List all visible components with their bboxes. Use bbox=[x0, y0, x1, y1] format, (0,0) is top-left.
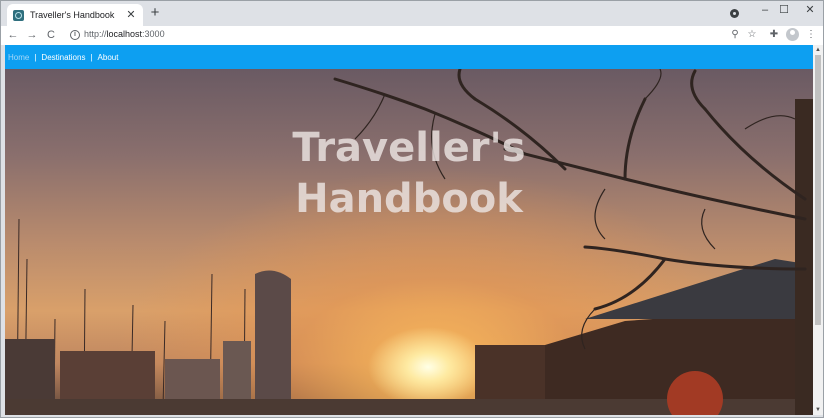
scroll-up-icon[interactable]: ▲ bbox=[813, 45, 823, 55]
nav-link-about[interactable]: About bbox=[98, 53, 119, 62]
scrollbar-thumb[interactable] bbox=[815, 55, 821, 325]
browser-window: Traveller's Handbook ✕ + – ☐ ✕ ← → C i h… bbox=[0, 0, 824, 418]
tab-strip: Traveller's Handbook ✕ + – ☐ ✕ bbox=[1, 1, 823, 26]
site-navbar: Home | Destinations | About bbox=[5, 45, 813, 69]
browser-toolbar: ← → C i http://localhost:3000 ⚲ ☆ ✚ ⋮ bbox=[1, 26, 823, 45]
nav-separator: | bbox=[34, 52, 37, 62]
nav-link-destinations[interactable]: Destinations bbox=[41, 53, 85, 62]
scroll-down-icon[interactable]: ▼ bbox=[813, 405, 823, 415]
nav-link-home[interactable]: Home bbox=[8, 53, 29, 62]
extensions-icon[interactable]: ✚ bbox=[767, 28, 781, 42]
hero-photo bbox=[5, 69, 813, 415]
browser-tab[interactable]: Traveller's Handbook ✕ bbox=[7, 4, 143, 26]
forward-button[interactable]: → bbox=[25, 28, 39, 42]
url-text[interactable]: http://localhost:3000 bbox=[84, 29, 165, 39]
new-tab-button[interactable]: + bbox=[148, 5, 162, 20]
address-bar[interactable]: i http://localhost:3000 bbox=[65, 27, 785, 44]
tab-title: Traveller's Handbook bbox=[30, 10, 115, 20]
hero-banner: Traveller's Handbook bbox=[5, 69, 813, 415]
tab-close-icon[interactable]: ✕ bbox=[125, 9, 137, 21]
zoom-icon[interactable]: ⚲ bbox=[728, 28, 742, 42]
close-window-button[interactable]: ✕ bbox=[800, 3, 820, 17]
vertical-scrollbar[interactable]: ▲ ▼ bbox=[813, 45, 823, 415]
nav-separator: | bbox=[90, 52, 93, 62]
info-icon[interactable]: i bbox=[70, 30, 80, 40]
star-icon[interactable]: ☆ bbox=[745, 28, 759, 42]
back-button[interactable]: ← bbox=[6, 28, 20, 42]
profile-icon[interactable] bbox=[786, 28, 799, 41]
reload-button[interactable]: C bbox=[44, 28, 58, 42]
menu-icon[interactable]: ⋮ bbox=[804, 28, 818, 42]
maximize-button[interactable]: ☐ bbox=[774, 3, 794, 17]
minimize-button[interactable]: – bbox=[755, 3, 775, 17]
page-viewport: Home | Destinations | About Traveller's … bbox=[5, 45, 813, 415]
site-favicon-icon bbox=[13, 9, 24, 21]
media-control-icon[interactable] bbox=[730, 9, 739, 18]
hero-title: Traveller's Handbook bbox=[292, 125, 526, 222]
